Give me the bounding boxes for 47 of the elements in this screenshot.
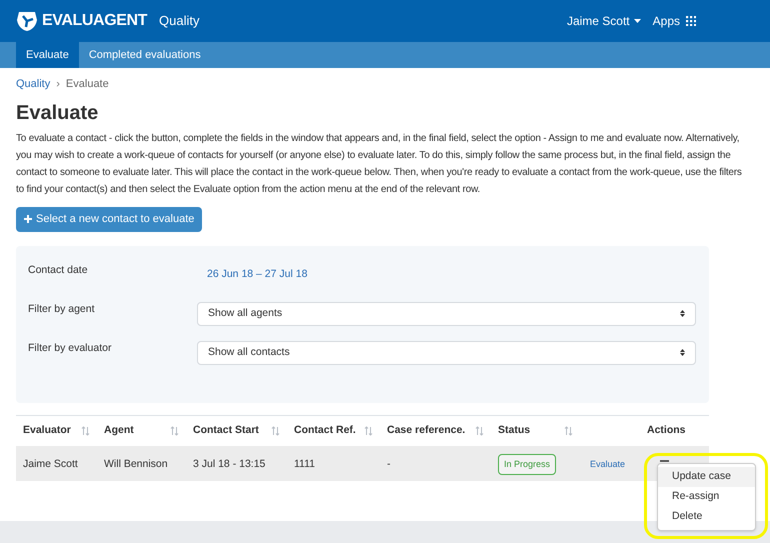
menu-item[interactable]: Delete xyxy=(658,507,755,527)
breadcrumb-separator: › xyxy=(56,77,60,92)
table-cell: Jaime Scott xyxy=(23,458,78,470)
table-cell: 1111 xyxy=(294,458,316,470)
user-menu[interactable]: Jaime Scott xyxy=(566,12,641,30)
menu-item[interactable]: Update case xyxy=(658,467,755,487)
evaluate-link[interactable]: Evaluate xyxy=(590,459,626,469)
nav-tab[interactable]: Completed evaluations xyxy=(78,42,211,68)
column-header: Case reference. xyxy=(387,422,466,438)
column-header: Contact Start xyxy=(193,422,259,438)
table-cell: - xyxy=(387,458,390,470)
breadcrumb-link[interactable]: Quality xyxy=(16,76,50,92)
page-title: Evaluate xyxy=(16,100,100,124)
column-header: Evaluator xyxy=(23,422,71,438)
select-arrows-icon xyxy=(680,310,685,317)
sort-icon[interactable] xyxy=(364,426,373,436)
menu-item[interactable]: Re-assign xyxy=(658,487,755,507)
nav-tab[interactable]: Evaluate xyxy=(16,42,79,68)
plus-icon xyxy=(24,215,32,223)
new-contact-button[interactable]: Select a new contact to evaluate xyxy=(16,206,202,232)
table-cell: Will Bennison xyxy=(104,458,168,470)
column-header: Actions xyxy=(647,422,686,438)
sort-icon[interactable] xyxy=(81,426,90,436)
intro-paragraph: To evaluate a contact - click the button, complete the fields in the window that appears and, in the final field, select the option - Assign to me and evaluate now. Alternatively, you may wish to create a work-queue of contacts for yourself (or anyone else) to evaluate later. To do this, simply follow the same process but, in the final field, assign the contact to someone to evaluate later. This will place the contact in the work-queue below. Then, when you're ready to evaluate a contact from the work-queue, use the filters to find your contact(s) and then select the Evaluate option from the action menu at the end of the relevant row. xyxy=(16,132,743,196)
caret-icon xyxy=(634,19,641,23)
sort-icon[interactable] xyxy=(475,426,484,436)
sort-icon[interactable] xyxy=(170,426,179,436)
column-header: Agent xyxy=(104,422,134,438)
column-header: Status xyxy=(498,422,530,438)
brand-name: EVALUAGENT xyxy=(42,11,148,31)
logo-icon xyxy=(16,10,38,32)
product-name: Quality xyxy=(159,12,200,30)
select-arrows-icon xyxy=(680,349,685,356)
filter-select[interactable]: Show all contacts xyxy=(197,340,696,364)
column-header: Contact Ref. xyxy=(294,422,356,438)
breadcrumb-current: Evaluate xyxy=(66,77,109,92)
apps-button[interactable]: Apps xyxy=(652,12,696,30)
filter-label: Filter by evaluator xyxy=(28,340,112,356)
sort-icon[interactable] xyxy=(564,426,573,436)
sort-icon[interactable] xyxy=(271,426,280,436)
date-range-link[interactable]: 26 Jun 18 – 27 Jul 18 xyxy=(207,266,308,282)
grid-icon xyxy=(686,16,696,26)
filter-label: Filter by agent xyxy=(28,302,96,316)
status-badge: In Progress xyxy=(498,454,556,476)
table-cell: 3 Jul 18 - 13:15 xyxy=(193,458,266,470)
filter-label: Contact date xyxy=(28,262,89,278)
filter-select[interactable]: Show all agents xyxy=(197,302,696,326)
